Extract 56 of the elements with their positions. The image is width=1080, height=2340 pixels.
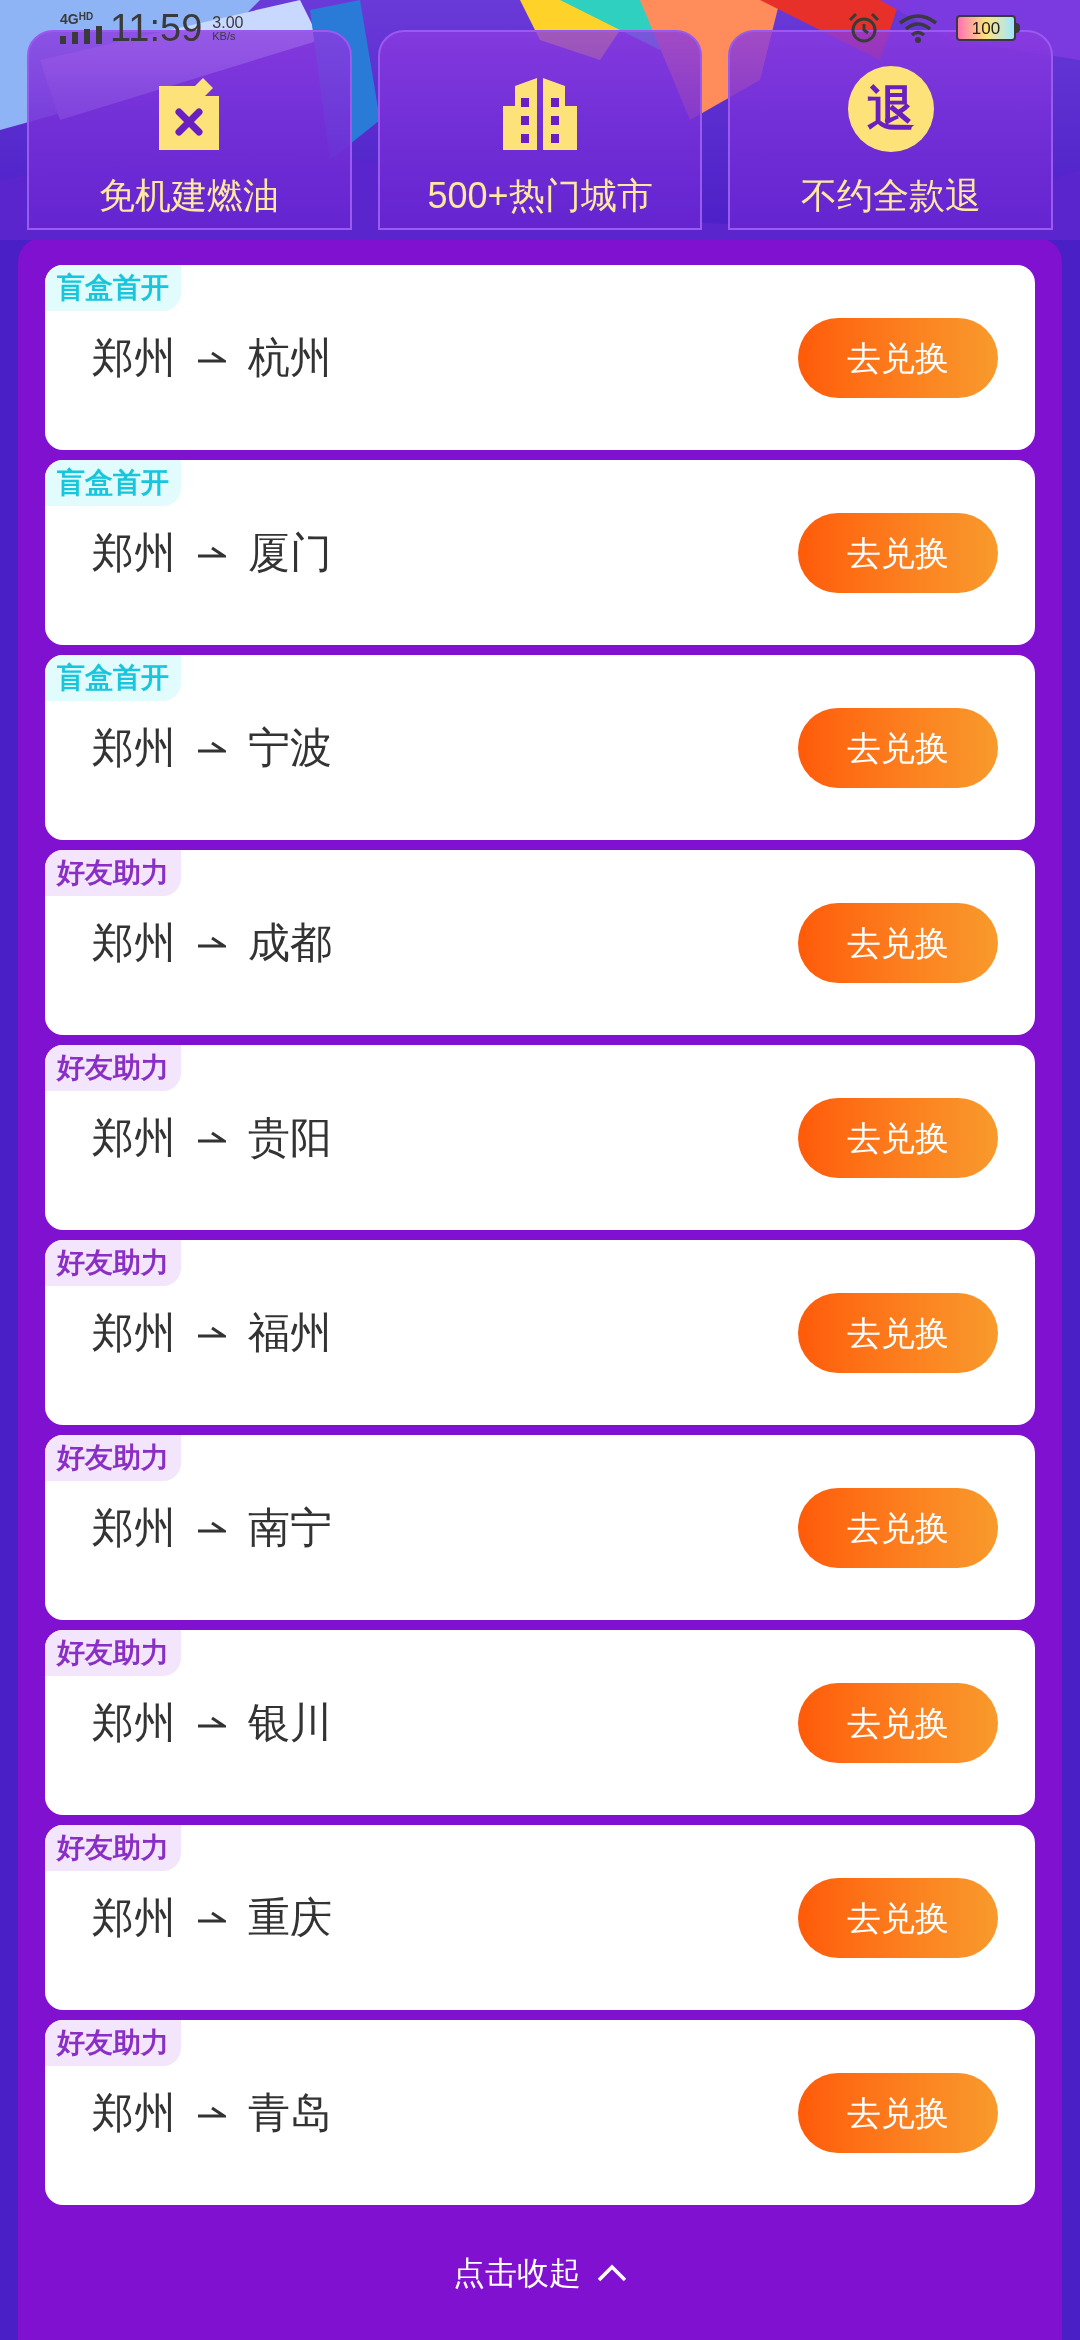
network-label: HD bbox=[78, 12, 94, 22]
redeem-button[interactable]: 去兑换 bbox=[798, 1488, 998, 1568]
battery-indicator: 100 bbox=[956, 15, 1016, 41]
route-tag: 好友助力 bbox=[45, 1630, 181, 1676]
building-icon bbox=[501, 76, 579, 152]
destination-city: 厦门 bbox=[248, 532, 332, 574]
clock-time: 11:59 bbox=[110, 9, 203, 47]
departure-city: 郑州 bbox=[92, 2092, 176, 2134]
route-tag: 好友助力 bbox=[45, 1045, 181, 1091]
departure-city: 郑州 bbox=[92, 1507, 176, 1549]
signal-icon bbox=[60, 26, 104, 44]
destination-city: 福州 bbox=[248, 1312, 332, 1354]
destination-city: 杭州 bbox=[248, 337, 332, 379]
redeem-button[interactable]: 去兑换 bbox=[798, 1878, 998, 1958]
destination-city: 南宁 bbox=[248, 1507, 332, 1549]
redeem-button[interactable]: 去兑换 bbox=[798, 1098, 998, 1178]
route-tag: 好友助力 bbox=[45, 2020, 181, 2066]
destination-city: 重庆 bbox=[248, 1897, 332, 1939]
redeem-button[interactable]: 去兑换 bbox=[798, 513, 998, 593]
network-speed: 3.00 bbox=[212, 14, 244, 31]
redeem-button[interactable]: 去兑换 bbox=[798, 1293, 998, 1373]
speed-unit: KB/s bbox=[212, 30, 237, 42]
departure-city: 郑州 bbox=[92, 727, 176, 769]
destination-city: 贵阳 bbox=[248, 1117, 332, 1159]
chevron-up-icon bbox=[597, 2264, 627, 2282]
route-tag: 盲盒首开 bbox=[45, 655, 181, 701]
route-tag: 好友助力 bbox=[45, 1435, 181, 1481]
destination-city: 成都 bbox=[248, 922, 332, 964]
wifi-icon bbox=[898, 13, 938, 43]
feature-label: 不约全款退 bbox=[800, 178, 981, 214]
alarm-icon bbox=[848, 12, 880, 44]
destination-city: 宁波 bbox=[248, 727, 332, 769]
route-tag: 盲盒首开 bbox=[45, 460, 181, 506]
network-type: 4G bbox=[60, 12, 79, 26]
departure-city: 郑州 bbox=[92, 1117, 176, 1159]
redeem-button[interactable]: 去兑换 bbox=[798, 2073, 998, 2153]
departure-city: 郑州 bbox=[92, 922, 176, 964]
departure-city: 郑州 bbox=[92, 532, 176, 574]
route-tag: 好友助力 bbox=[45, 1240, 181, 1286]
feature-label: 免机建燃油 bbox=[99, 178, 280, 214]
departure-city: 郑州 bbox=[92, 337, 176, 379]
redeem-button[interactable]: 去兑换 bbox=[798, 1683, 998, 1763]
redeem-button[interactable]: 去兑换 bbox=[798, 903, 998, 983]
departure-city: 郑州 bbox=[92, 1312, 176, 1354]
route-tag: 好友助力 bbox=[45, 850, 181, 896]
redeem-button[interactable]: 去兑换 bbox=[798, 708, 998, 788]
route-tag: 盲盒首开 bbox=[45, 265, 181, 311]
collapse-button[interactable]: 点击收起 bbox=[453, 2257, 627, 2289]
redeem-button[interactable]: 去兑换 bbox=[798, 318, 998, 398]
departure-city: 郑州 bbox=[92, 1702, 176, 1744]
route-tag: 好友助力 bbox=[45, 1825, 181, 1871]
refund-icon: 退 bbox=[847, 66, 934, 152]
feature-label: 500+热门城市 bbox=[427, 178, 653, 214]
departure-city: 郑州 bbox=[92, 1897, 176, 1939]
destination-city: 银川 bbox=[248, 1702, 332, 1744]
destination-city: 青岛 bbox=[248, 2092, 332, 2134]
